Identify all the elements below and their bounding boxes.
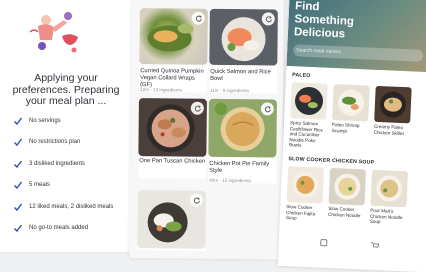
recipe-tile[interactable]: Paleo Shrimp Scampi <box>331 84 371 142</box>
refresh-icon <box>193 196 200 204</box>
checkmark-icon <box>14 224 23 233</box>
chicken-skillet-photo <box>379 91 406 118</box>
hero-banner: Find Something Delicious Search meal nam… <box>286 0 426 73</box>
checkmark-icon <box>14 138 23 147</box>
section-title: PALEO <box>291 72 311 79</box>
search-placeholder: Search meal names <box>296 47 341 56</box>
recipe-photo <box>332 84 370 122</box>
poke-bowl-photo <box>295 86 324 115</box>
nav-icons <box>320 239 380 248</box>
discover-screen: Find Something Delicious Search meal nam… <box>277 0 426 272</box>
checkmark-icon <box>14 160 23 168</box>
meal-card[interactable]: Curried Quinoa Pumpkin Vegan Collard Wra… <box>139 8 208 93</box>
checklist-label: No restrictions plan <box>29 139 81 146</box>
checklist-label: No servings <box>29 117 61 124</box>
preferences-checklist: No servings No restrictions plan 3 disli… <box>13 110 113 239</box>
checklist-item: No servings <box>13 110 113 132</box>
recipe-photo <box>286 166 325 204</box>
checklist-item: No restrictions plan <box>13 132 113 154</box>
recipe-name: Slow Cooker Chicken Noodle <box>327 205 361 218</box>
meal-card[interactable] <box>137 190 206 251</box>
refresh-meal-button[interactable] <box>190 101 204 115</box>
checkmark-icon <box>14 117 23 125</box>
noodle-soup-photo <box>376 175 403 202</box>
bottom-nav <box>278 233 426 253</box>
meal-title: Quick Salmon and Rice Bowl <box>210 68 271 82</box>
refresh-meal-button[interactable] <box>189 193 203 207</box>
recipe-tile[interactable]: Slow Cooker Chicken Fajita Soup <box>286 166 326 224</box>
preferences-heading: Applying your preferences. Preparing you… <box>12 72 120 107</box>
recipe-tile[interactable]: Creamy Paleo Chicken Skillet <box>373 85 413 144</box>
checkmark-icon <box>14 203 23 211</box>
chicken-noodle-photo <box>334 173 361 200</box>
recipe-name: Spicy Salmon Cauliflower Rice and Cucumb… <box>288 120 324 148</box>
checklist-item: 12 liked meals, 2 disliked meals <box>13 196 113 218</box>
checklist-label: 12 liked meals, 2 disliked meals <box>29 203 114 210</box>
meal-title: One Pan Tuscan Chicken <box>139 158 206 165</box>
recipe-photo <box>374 85 412 124</box>
checklist-item: 3 disliked ingredients <box>13 153 113 175</box>
checklist-label: 3 disliked ingredients <box>29 160 86 167</box>
meal-card[interactable]: One Pan Tuscan Chicken <box>138 98 207 179</box>
refresh-icon <box>195 14 202 22</box>
section-title: SLOW COOKER CHICKEN SOUP <box>288 156 375 166</box>
hero-title: Find Something Delicious <box>293 0 355 41</box>
checklist-item: 5 meals <box>13 175 113 197</box>
recipe-name: Poor Man's Chicken Noodle Soup <box>369 207 403 225</box>
cooking-illustration <box>29 12 78 53</box>
recipe-photo <box>328 167 367 206</box>
recipe-name: Paleo Shrimp Scampi <box>331 121 360 134</box>
calendar-icon[interactable] <box>320 239 328 247</box>
recipe-name: Creamy Paleo Chicken Skillet <box>373 123 404 136</box>
cart-icon[interactable] <box>370 242 380 248</box>
refresh-icon <box>264 105 271 112</box>
checklist-label: 5 meals <box>29 182 51 189</box>
recipe-tile[interactable]: Slow Cooker Chicken Noodle <box>327 167 368 226</box>
recipe-tile[interactable]: Poor Man's Chicken Noodle Soup <box>369 169 410 228</box>
onboarding-screen: Applying your preferences. Preparing you… <box>0 0 132 252</box>
checklist-item: No go-to meals added <box>13 218 113 240</box>
shrimp-scampi-photo <box>337 89 364 116</box>
recipe-name: Slow Cooker Chicken Fajita Soup <box>285 204 316 221</box>
refresh-meal-button[interactable] <box>261 12 275 26</box>
recipe-tile[interactable]: Spicy Salmon Cauliflower Rice and Cucumb… <box>289 82 329 148</box>
search-input[interactable]: Search meal names <box>292 44 424 62</box>
meal-meta: 11m · 8 ingredients <box>210 87 250 94</box>
refresh-icon <box>194 104 201 112</box>
checkmark-icon <box>14 181 23 190</box>
meal-meta: 40m · 13 ingredients <box>209 177 252 184</box>
meal-card[interactable]: Chicken Pot Pie Family Style 40m · 13 in… <box>208 98 277 184</box>
recipe-photo <box>290 82 328 120</box>
checklist-label: No go-to meals added <box>29 225 89 232</box>
fajita-soup-photo <box>292 171 319 198</box>
meal-plan-screen: Curried Quinoa Pumpkin Vegan Collard Wra… <box>129 0 284 260</box>
meal-card[interactable]: Quick Salmon and Rice Bowl 11m · 8 ingre… <box>209 8 278 94</box>
meal-title: Chicken Pot Pie Family Style <box>209 160 270 174</box>
refresh-meal-button[interactable] <box>191 11 205 25</box>
refresh-icon <box>265 15 272 22</box>
refresh-meal-button[interactable] <box>260 102 274 116</box>
recipe-photo <box>370 169 409 208</box>
meal-meta: 12m · 13 ingredients <box>140 87 182 93</box>
